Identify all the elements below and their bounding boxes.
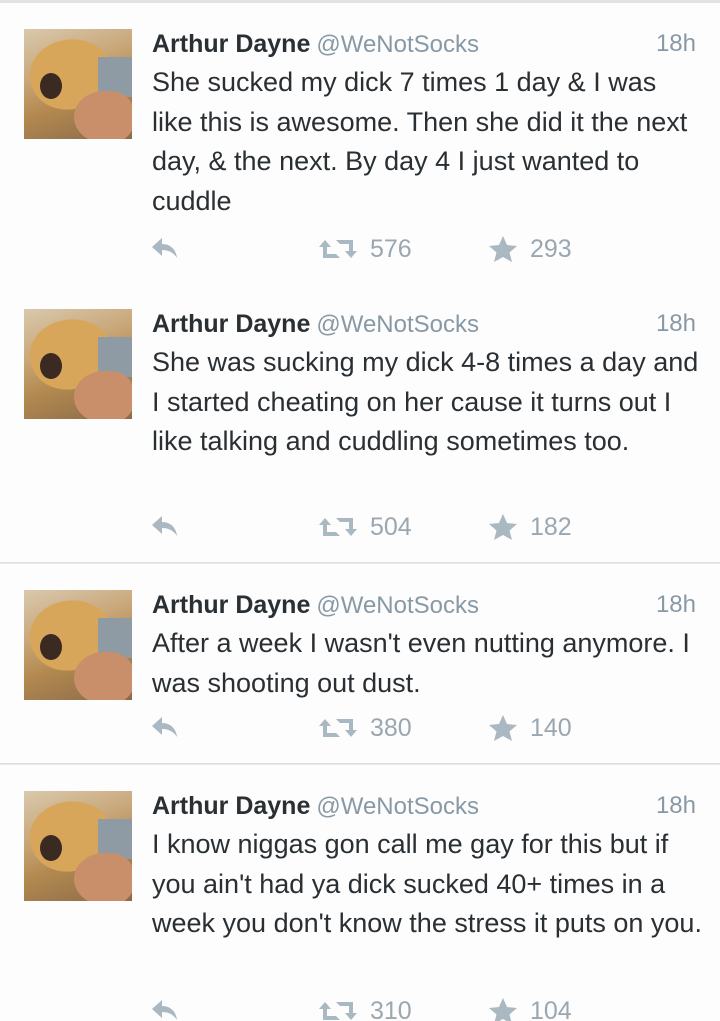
tweet-timestamp[interactable]: 18h — [656, 29, 696, 59]
retweet-button[interactable]: 310 — [318, 993, 412, 1021]
avatar[interactable] — [24, 590, 132, 700]
author-name[interactable]: Arthur Dayne — [152, 310, 310, 338]
author-name[interactable]: Arthur Dayne — [152, 591, 310, 619]
tweet-header: Arthur Dayne @WeNotSocks 18h — [152, 29, 696, 59]
tweet-actions: 310 104 — [0, 993, 720, 1021]
reply-icon[interactable] — [150, 513, 184, 543]
favorite-button[interactable]: 293 — [488, 231, 572, 267]
tweet-timestamp[interactable]: 18h — [656, 791, 696, 821]
tweet-text: She was sucking my dick 4-8 times a day … — [152, 347, 699, 456]
retweet-count: 504 — [370, 512, 412, 541]
retweet-count: 310 — [370, 996, 412, 1021]
favorite-count: 182 — [530, 512, 572, 541]
tweet[interactable]: Arthur Dayne @WeNotSocks 18h After a week… — [0, 564, 720, 764]
author-handle[interactable]: @WeNotSocks — [316, 793, 479, 820]
author-name[interactable]: Arthur Dayne — [152, 792, 310, 820]
avatar[interactable] — [24, 791, 132, 901]
tweet-text: After a week I wasn't even nutting anymo… — [152, 628, 690, 698]
star-icon — [488, 714, 518, 742]
star-icon — [488, 513, 518, 541]
author-handle[interactable]: @WeNotSocks — [316, 592, 479, 619]
retweet-button[interactable]: 380 — [318, 710, 412, 746]
avatar[interactable] — [24, 309, 132, 419]
reply-icon[interactable] — [150, 997, 184, 1021]
tweet-timestamp[interactable]: 18h — [656, 309, 696, 339]
tweet-actions: 380 140 — [0, 710, 720, 746]
retweet-icon — [318, 715, 358, 741]
tweet-header: Arthur Dayne @WeNotSocks 18h — [152, 309, 696, 339]
retweet-icon — [318, 236, 358, 262]
tweet[interactable]: Arthur Dayne @WeNotSocks 18h I know nigga… — [0, 765, 720, 1021]
tweet[interactable]: Arthur Dayne @WeNotSocks 18h She sucked m… — [0, 0, 720, 285]
favorite-button[interactable]: 104 — [488, 993, 572, 1021]
star-icon — [488, 235, 518, 263]
retweet-icon — [318, 514, 358, 540]
tweet-actions: 504 182 — [0, 509, 720, 545]
favorite-button[interactable]: 182 — [488, 509, 572, 545]
tweet-header: Arthur Dayne @WeNotSocks 18h — [152, 590, 696, 620]
reply-icon[interactable] — [150, 714, 184, 744]
reply-icon[interactable] — [150, 235, 184, 265]
tweet-actions: 576 293 — [0, 231, 720, 267]
author-handle[interactable]: @WeNotSocks — [316, 31, 479, 58]
favorite-button[interactable]: 140 — [488, 710, 572, 746]
avatar[interactable] — [24, 29, 132, 139]
favorite-count: 293 — [530, 234, 572, 263]
retweet-button[interactable]: 576 — [318, 231, 412, 267]
author-name[interactable]: Arthur Dayne — [152, 30, 310, 58]
tweet-timestamp[interactable]: 18h — [656, 590, 696, 620]
tweet-text: I know niggas gon call me gay for this b… — [152, 829, 702, 938]
retweet-icon — [318, 998, 358, 1021]
tweet-header: Arthur Dayne @WeNotSocks 18h — [152, 791, 696, 821]
tweet-text: She sucked my dick 7 times 1 day & I was… — [152, 67, 688, 216]
retweet-button[interactable]: 504 — [318, 509, 412, 545]
retweet-count: 576 — [370, 234, 412, 263]
tweet-timeline: Arthur Dayne @WeNotSocks 18h She sucked m… — [0, 0, 720, 1021]
tweet[interactable]: Arthur Dayne @WeNotSocks 18h She was suck… — [0, 283, 720, 563]
star-icon — [488, 997, 518, 1021]
retweet-count: 380 — [370, 713, 412, 742]
favorite-count: 140 — [530, 713, 572, 742]
author-handle[interactable]: @WeNotSocks — [316, 311, 479, 338]
favorite-count: 104 — [530, 996, 572, 1021]
